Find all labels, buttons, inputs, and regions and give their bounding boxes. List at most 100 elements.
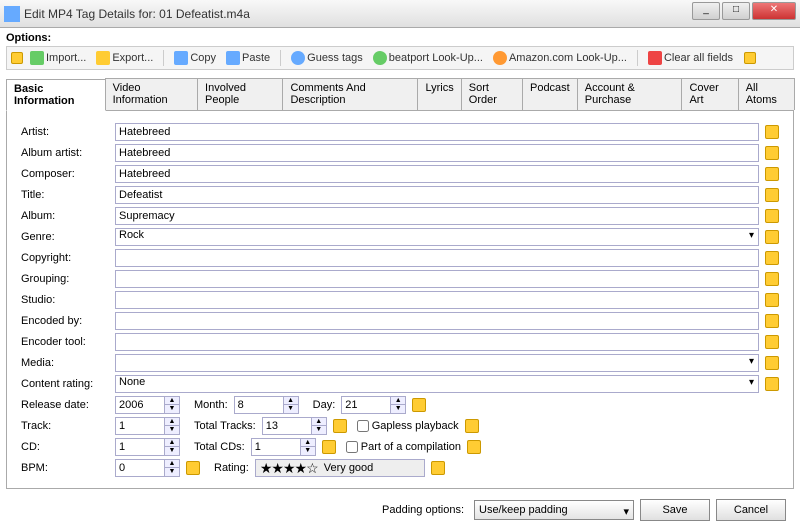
minimize-button[interactable]: _	[692, 2, 720, 20]
field-help-icon[interactable]	[765, 188, 779, 202]
genre-label: Genre:	[21, 231, 115, 243]
artist-label: Artist:	[21, 126, 115, 138]
field-help-icon[interactable]	[765, 314, 779, 328]
grouping-input[interactable]	[115, 270, 759, 288]
close-button[interactable]: ✕	[752, 2, 796, 20]
tab-video-information[interactable]: Video Information	[105, 78, 198, 110]
tab-basic-information[interactable]: Basic Information	[6, 79, 106, 111]
total-tracks-label: Total Tracks:	[194, 420, 256, 432]
tab-all-atoms[interactable]: All Atoms	[738, 78, 795, 110]
month-label: Month:	[194, 399, 228, 411]
field-help-icon[interactable]	[765, 272, 779, 286]
tab-involved-people[interactable]: Involved People	[197, 78, 283, 110]
field-help-icon[interactable]	[765, 251, 779, 265]
genre-select[interactable]: Rock	[115, 228, 759, 246]
media-select[interactable]	[115, 354, 759, 372]
bpm-spinner[interactable]: ▲▼	[165, 459, 180, 477]
gapless-checkbox[interactable]: Gapless playback	[357, 420, 459, 432]
day-spinner[interactable]: ▲▼	[391, 396, 406, 414]
paste-button[interactable]: Paste	[223, 50, 273, 66]
cd-input[interactable]	[115, 438, 165, 456]
field-help-icon[interactable]	[412, 398, 426, 412]
composer-label: Composer:	[21, 168, 115, 180]
save-button[interactable]: Save	[640, 499, 710, 521]
padding-label: Padding options:	[382, 504, 464, 516]
tab-comments[interactable]: Comments And Description	[282, 78, 418, 110]
rating-stars: ★★★★☆	[260, 460, 318, 477]
title-input[interactable]	[115, 186, 759, 204]
year-spinner[interactable]: ▲▼	[165, 396, 180, 414]
maximize-button[interactable]: □	[722, 2, 750, 20]
amazon-button[interactable]: Amazon.com Look-Up...	[490, 50, 630, 66]
toolbar: Import... Export... Copy Paste Guess tag…	[6, 46, 794, 70]
total-tracks-spinner[interactable]: ▲▼	[312, 417, 327, 435]
copy-button[interactable]: Copy	[171, 50, 219, 66]
grouping-label: Grouping:	[21, 273, 115, 285]
tab-podcast[interactable]: Podcast	[522, 78, 578, 110]
album-input[interactable]	[115, 207, 759, 225]
field-help-icon[interactable]	[765, 146, 779, 160]
window-title: Edit MP4 Tag Details for: 01 Defeatist.m…	[24, 7, 250, 21]
tab-sort-order[interactable]: Sort Order	[461, 78, 523, 110]
content-rating-label: Content rating:	[21, 378, 115, 390]
tab-cover-art[interactable]: Cover Art	[681, 78, 738, 110]
field-help-icon[interactable]	[765, 377, 779, 391]
field-help-icon[interactable]	[333, 419, 347, 433]
total-tracks-input[interactable]	[262, 417, 312, 435]
composer-input[interactable]	[115, 165, 759, 183]
tab-lyrics[interactable]: Lyrics	[417, 78, 461, 110]
import-button[interactable]: Import...	[27, 50, 89, 66]
day-label: Day:	[313, 399, 336, 411]
padding-select[interactable]: Use/keep padding	[474, 500, 634, 520]
encoded-by-input[interactable]	[115, 312, 759, 330]
day-input[interactable]	[341, 396, 391, 414]
studio-label: Studio:	[21, 294, 115, 306]
encoder-tool-label: Encoder tool:	[21, 336, 115, 348]
copyright-input[interactable]	[115, 249, 759, 267]
track-input[interactable]	[115, 417, 165, 435]
field-help-icon[interactable]	[322, 440, 336, 454]
field-help-icon[interactable]	[467, 440, 481, 454]
tabs: Basic Information Video Information Invo…	[6, 78, 794, 111]
help-icon[interactable]	[11, 52, 23, 64]
content-rating-select[interactable]: None	[115, 375, 759, 393]
month-spinner[interactable]: ▲▼	[284, 396, 299, 414]
year-input[interactable]	[115, 396, 165, 414]
artist-input[interactable]	[115, 123, 759, 141]
track-spinner[interactable]: ▲▼	[165, 417, 180, 435]
total-cds-input[interactable]	[251, 438, 301, 456]
field-help-icon[interactable]	[431, 461, 445, 475]
track-label: Track:	[21, 420, 115, 432]
month-input[interactable]	[234, 396, 284, 414]
field-help-icon[interactable]	[765, 335, 779, 349]
clear-icon	[648, 51, 662, 65]
cd-spinner[interactable]: ▲▼	[165, 438, 180, 456]
cancel-button[interactable]: Cancel	[716, 499, 786, 521]
field-help-icon[interactable]	[465, 419, 479, 433]
compilation-checkbox[interactable]: Part of a compilation	[346, 441, 461, 453]
album-artist-input[interactable]	[115, 144, 759, 162]
field-help-icon[interactable]	[765, 356, 779, 370]
studio-input[interactable]	[115, 291, 759, 309]
encoder-tool-input[interactable]	[115, 333, 759, 351]
title-label: Title:	[21, 189, 115, 201]
paste-icon	[226, 51, 240, 65]
beatport-button[interactable]: beatport Look-Up...	[370, 50, 486, 66]
field-help-icon[interactable]	[186, 461, 200, 475]
total-cds-spinner[interactable]: ▲▼	[301, 438, 316, 456]
field-help-icon[interactable]	[765, 209, 779, 223]
field-help-icon[interactable]	[765, 167, 779, 181]
bpm-input[interactable]	[115, 459, 165, 477]
field-help-icon[interactable]	[765, 293, 779, 307]
guess-tags-button[interactable]: Guess tags	[288, 50, 366, 66]
beatport-icon	[373, 51, 387, 65]
amazon-icon	[493, 51, 507, 65]
rating-field[interactable]: ★★★★☆ Very good	[255, 459, 425, 477]
field-help-icon[interactable]	[765, 125, 779, 139]
clear-button[interactable]: Clear all fields	[645, 50, 736, 66]
media-label: Media:	[21, 357, 115, 369]
export-button[interactable]: Export...	[93, 50, 156, 66]
field-help-icon[interactable]	[765, 230, 779, 244]
tab-account-purchase[interactable]: Account & Purchase	[577, 78, 683, 110]
help-icon-2[interactable]	[744, 52, 756, 64]
